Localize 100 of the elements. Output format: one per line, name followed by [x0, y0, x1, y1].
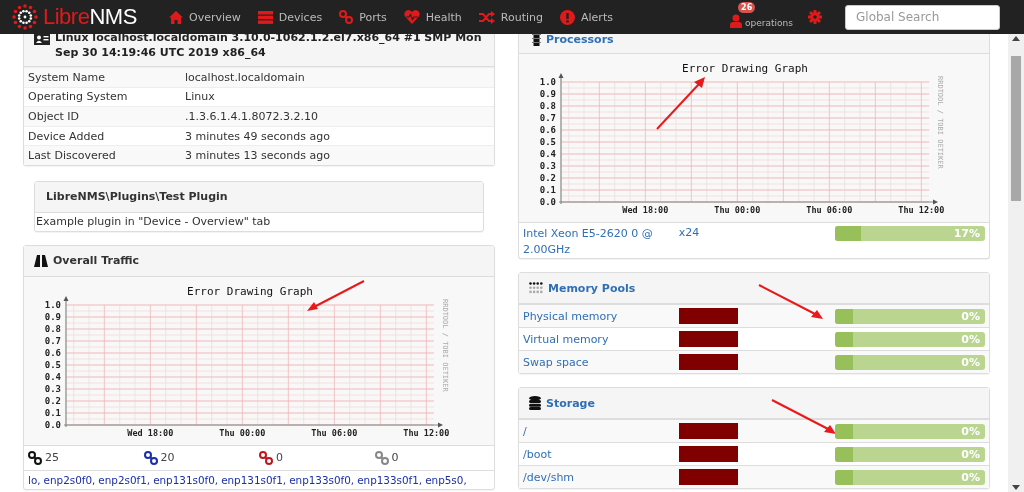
usage-reading: 0%	[961, 424, 980, 438]
field-label: Object ID	[28, 110, 81, 123]
memory-pool-link[interactable]: Physical memory	[523, 309, 679, 323]
user-icon	[730, 14, 743, 28]
interface-link[interactable]: enp133s0f1,	[357, 473, 423, 486]
field-label: System Name	[28, 70, 106, 84]
x-tick-label: Wed 18:00	[127, 427, 174, 438]
port-count: 0	[276, 451, 283, 465]
memory-pool-link[interactable]: Swap space	[523, 355, 679, 369]
usage-reading: 0%	[961, 470, 980, 484]
plugin-text: Example plugin in "Device - Overview" tab	[35, 213, 272, 230]
nav-link[interactable]: Routing	[478, 9, 543, 25]
y-tick-label: 0.7	[44, 335, 61, 346]
interface-link[interactable]: lo,	[28, 473, 41, 486]
logo-text: LibreNMS	[43, 4, 137, 30]
scrollbar[interactable]	[1008, 34, 1024, 492]
server-icon	[257, 10, 273, 24]
y-tick-label: 0.7	[539, 113, 556, 123]
graph-placeholder	[678, 308, 739, 324]
memory-pool-link[interactable]: Virtual memory	[523, 332, 679, 346]
nav-link[interactable]: Health	[403, 9, 462, 25]
interface-link[interactable]: enp131s0f1,	[221, 473, 287, 486]
shuffle-icon	[478, 10, 495, 24]
y-tick-label: 0.0	[539, 197, 556, 207]
interface-link[interactable]: enp5s0,	[425, 473, 467, 486]
graph-title: Error Drawing Graph	[682, 62, 808, 75]
graph-placeholder	[678, 331, 739, 347]
road-icon	[34, 254, 48, 267]
storage-link[interactable]: /	[523, 424, 679, 438]
usage-reading: 0%	[961, 447, 980, 461]
nav-link[interactable]: Alerts	[560, 9, 613, 25]
y-tick-label: 0.5	[44, 359, 61, 370]
usage-reading: 0%	[961, 332, 980, 346]
y-tick-label: 0.3	[44, 383, 61, 394]
y-tick-label: 0.6	[44, 347, 61, 358]
y-tick-label: 0.3	[539, 161, 556, 171]
y-tick-label: 0.0	[44, 419, 61, 430]
x-tick-label: Thu 12:00	[403, 427, 450, 438]
usage-reading: 17%	[953, 227, 980, 240]
logo[interactable]: LibreNMS	[0, 2, 150, 32]
scroll-down-icon[interactable]	[1012, 485, 1020, 490]
home-icon	[169, 10, 183, 24]
interface-link[interactable]: enp131s0f0,	[153, 473, 219, 486]
field-label: Device Added	[28, 129, 106, 143]
x-tick-label: Thu 00:00	[714, 205, 761, 215]
field-value: .1.3.6.1.4.1.8072.3.2.10	[185, 110, 319, 123]
scroll-up-icon[interactable]	[1012, 36, 1020, 41]
graph-placeholder	[678, 446, 739, 462]
y-tick-label: 0.1	[539, 185, 556, 195]
user-menu[interactable]: operations	[730, 12, 793, 28]
graph-placeholder	[678, 354, 739, 370]
scroll-thumb[interactable]	[1011, 56, 1021, 201]
y-tick-label: 0.4	[44, 371, 61, 382]
y-tick-label: 0.2	[44, 395, 61, 406]
processor-link[interactable]: Intel Xeon E5-2620 0 @ 2.00GHz	[523, 226, 679, 258]
x-tick-label: Thu 00:00	[219, 427, 266, 438]
field-value: localhost.localdomain	[185, 70, 306, 84]
database-icon	[529, 396, 541, 410]
y-tick-label: 0.8	[44, 323, 61, 334]
usage-reading: 0%	[961, 355, 980, 369]
field-value: 3 minutes 13 seconds ago	[185, 149, 331, 163]
y-tick-label: 0.9	[44, 311, 61, 322]
x-tick-label: Thu 12:00	[898, 205, 945, 215]
interface-link[interactable]: enp2s0f1,	[98, 473, 151, 486]
y-tick-label: 0.6	[539, 125, 556, 135]
field-label: Last Discovered	[28, 149, 117, 163]
processor-count[interactable]: x24	[678, 226, 836, 239]
nav-link[interactable]: Overview	[169, 9, 241, 25]
y-tick-label: 1.0	[44, 299, 61, 310]
port-count: 20	[160, 451, 175, 465]
field-value: Linux	[185, 90, 216, 104]
logo-icon	[10, 2, 40, 32]
graph-title: Error Drawing Graph	[187, 284, 313, 298]
settings-icon[interactable]	[808, 10, 822, 24]
interface-link[interactable]: enp133s0f0,	[289, 473, 355, 486]
field-label: Operating System	[28, 90, 129, 104]
nav-link[interactable]: Devices	[257, 9, 323, 25]
nav-link[interactable]: Ports	[339, 9, 387, 25]
storage-link[interactable]: /boot	[523, 447, 679, 461]
storage-link[interactable]: /dev/shm	[523, 470, 679, 484]
y-tick-label: 0.9	[539, 89, 556, 99]
y-tick-label: 0.4	[539, 149, 556, 159]
graph-placeholder	[678, 423, 739, 439]
notification-badge: 26	[738, 2, 756, 13]
panel-title[interactable]: Storage	[546, 396, 595, 410]
link-icon	[339, 10, 354, 24]
usage-reading: 0%	[961, 309, 980, 323]
chip-icon	[532, 34, 541, 46]
panel-title[interactable]: Processors	[546, 34, 614, 46]
arrow	[656, 77, 705, 130]
panel-title[interactable]: Memory Pools	[548, 281, 636, 295]
panel-title: LibreNMS\Plugins\Test Plugin	[46, 190, 228, 204]
y-tick-label: 0.8	[539, 101, 556, 111]
panel-title: Overall Traffic	[53, 254, 140, 268]
search-field[interactable]: Global Search	[845, 4, 1000, 30]
heartbeat-icon	[403, 10, 420, 24]
alert-icon	[560, 9, 575, 25]
x-tick-label: Wed 18:00	[622, 205, 669, 215]
interface-link[interactable]: enp2s0f0,	[43, 473, 96, 486]
y-tick-label: 0.2	[539, 173, 556, 183]
